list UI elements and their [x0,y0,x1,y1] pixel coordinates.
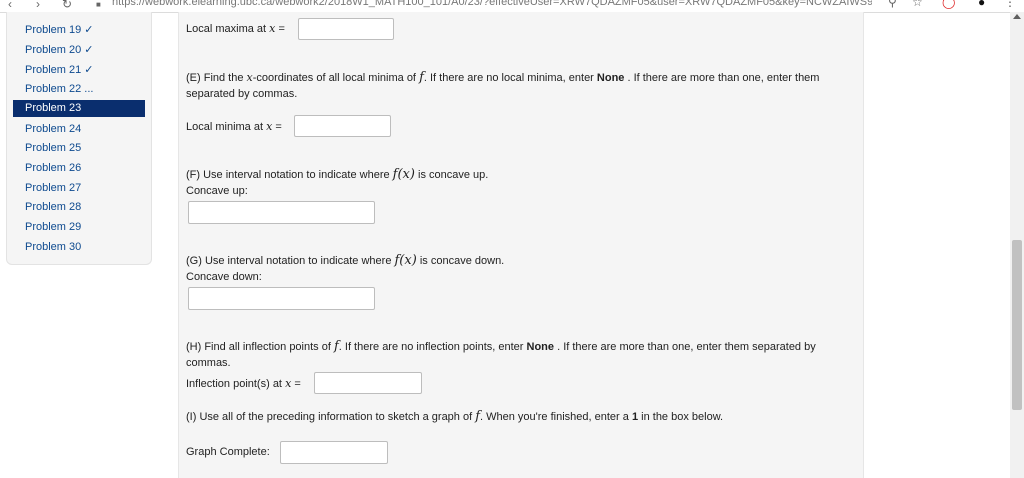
sidebar-item-problem-29[interactable]: Problem 29 [13,219,145,236]
sidebar-item-problem-26[interactable]: Problem 26 [13,160,145,177]
part-g-text: (G) Use interval notation to indicate wh… [186,253,505,268]
sidebar-item-problem-20[interactable]: Problem 20 ✓ [13,42,145,59]
sidebar-item-problem-28[interactable]: Problem 28 [13,199,145,216]
sidebar-item-problem-25[interactable]: Problem 25 [13,140,145,157]
concave-down-input[interactable] [188,287,375,310]
graph-complete-input[interactable] [280,441,388,464]
problem-list: Problem 19 ✓ Problem 20 ✓ Problem 21 ✓ P… [6,12,152,265]
address-bar[interactable]: https://webwork.elearning.ubc.ca/webwork… [112,0,872,8]
extension-icon[interactable]: ◯ [942,0,955,9]
search-icon[interactable]: ⚲ [888,0,897,9]
local-maxima-label: Local maxima at x = [186,22,285,35]
sidebar-item-problem-19[interactable]: Problem 19 ✓ [13,22,145,39]
lock-icon: ■ [96,0,101,9]
inflection-label: Inflection point(s) at x = [186,377,301,390]
part-h-text: (H) Find all inflection points of f. If … [186,339,816,369]
part-f-text: (F) Use interval notation to indicate wh… [186,167,489,182]
local-maxima-input[interactable] [298,18,394,40]
local-minima-label: Local minima at x = [186,120,282,133]
sidebar-item-problem-22[interactable]: Problem 22 ... [13,81,145,98]
sidebar-item-problem-24[interactable]: Problem 24 [13,121,145,138]
local-minima-input[interactable] [294,115,391,137]
inflection-input[interactable] [314,372,422,394]
profile-icon[interactable]: ● [978,0,985,9]
sidebar-item-problem-21[interactable]: Problem 21 ✓ [13,62,145,79]
part-i-text: (I) Use all of the preceding information… [186,409,724,424]
sidebar-item-problem-30[interactable]: Problem 30 [13,239,145,256]
menu-icon[interactable]: ⋮ [1004,0,1016,9]
problem-body: Local maxima at x = (E) Find the x-coord… [178,12,864,478]
arrow-left-icon[interactable]: ‹ [8,0,12,11]
concave-down-label: Concave down: [186,271,262,283]
part-e-text: (E) Find the x-coordinates of all local … [186,70,820,100]
graph-complete-label: Graph Complete: [186,446,270,458]
concave-up-input[interactable] [188,201,375,224]
reload-icon[interactable]: ↻ [62,0,72,11]
star-icon[interactable]: ☆ [912,0,923,9]
sidebar-item-problem-23[interactable]: Problem 23 [13,100,145,117]
scrollbar-thumb[interactable] [1012,240,1022,410]
scroll-up-arrow-icon[interactable] [1013,14,1021,19]
concave-up-label: Concave up: [186,185,248,197]
sidebar-item-problem-27[interactable]: Problem 27 [13,180,145,197]
arrow-right-icon[interactable]: › [36,0,40,11]
